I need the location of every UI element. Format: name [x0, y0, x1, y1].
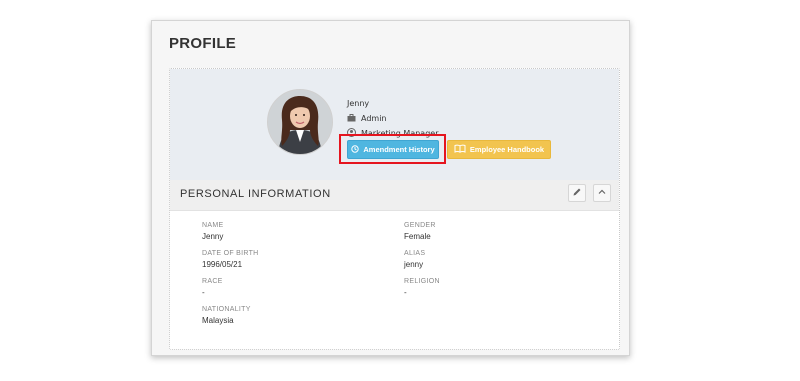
- user-name-row: Jenny: [347, 96, 438, 111]
- field-label: DATE OF BIRTH: [202, 250, 259, 257]
- employee-handbook-label: Employee Handbook: [469, 145, 545, 154]
- field-value: Female: [404, 232, 431, 241]
- profile-panel: Jenny Admin Marketing Manager Amendment …: [169, 68, 620, 350]
- page-title: PROFILE: [169, 35, 237, 52]
- field-alias: ALIAS jenny: [404, 250, 425, 269]
- collapse-button[interactable]: [593, 184, 611, 202]
- field-date-of-birth: DATE OF BIRTH 1996/05/21: [202, 250, 259, 269]
- field-name: NAME Jenny: [202, 222, 223, 241]
- field-value: Jenny: [202, 232, 224, 241]
- personal-info-header: PERSONAL INFORMATION: [170, 180, 619, 211]
- field-value: Malaysia: [202, 316, 234, 325]
- field-value: -: [404, 288, 407, 297]
- profile-card: PROFILE Jenny Admin Marketing Manager Am…: [151, 20, 630, 356]
- avatar: [267, 89, 333, 155]
- field-value: 1996/05/21: [202, 260, 243, 269]
- field-label: ALIAS: [404, 250, 426, 257]
- field-value: jenny: [404, 260, 424, 269]
- pencil-icon: [572, 187, 582, 200]
- edit-button[interactable]: [568, 184, 586, 202]
- field-label: NAME: [202, 222, 224, 229]
- section-title: PERSONAL INFORMATION: [180, 188, 331, 200]
- field-religion: RELIGION -: [404, 278, 440, 297]
- field-label: GENDER: [404, 222, 436, 229]
- briefcase-icon: [347, 113, 358, 124]
- field-race: RACE -: [202, 278, 223, 297]
- field-label: RACE: [202, 278, 223, 285]
- field-label: RELIGION: [404, 278, 440, 285]
- field-label: NATIONALITY: [202, 306, 251, 313]
- field-value: -: [202, 288, 205, 297]
- employee-handbook-button[interactable]: Employee Handbook: [447, 140, 551, 159]
- user-role: Admin: [361, 114, 387, 123]
- chevron-up-icon: [597, 187, 607, 200]
- field-nationality: NATIONALITY Malaysia: [202, 306, 251, 325]
- amendment-history-highlight: [339, 134, 446, 164]
- field-gender: GENDER Female: [404, 222, 436, 241]
- user-name: Jenny: [347, 99, 370, 108]
- profile-header: Jenny Admin Marketing Manager Amendment …: [170, 69, 619, 181]
- book-icon: [454, 144, 466, 155]
- user-role-row: Admin: [347, 111, 438, 126]
